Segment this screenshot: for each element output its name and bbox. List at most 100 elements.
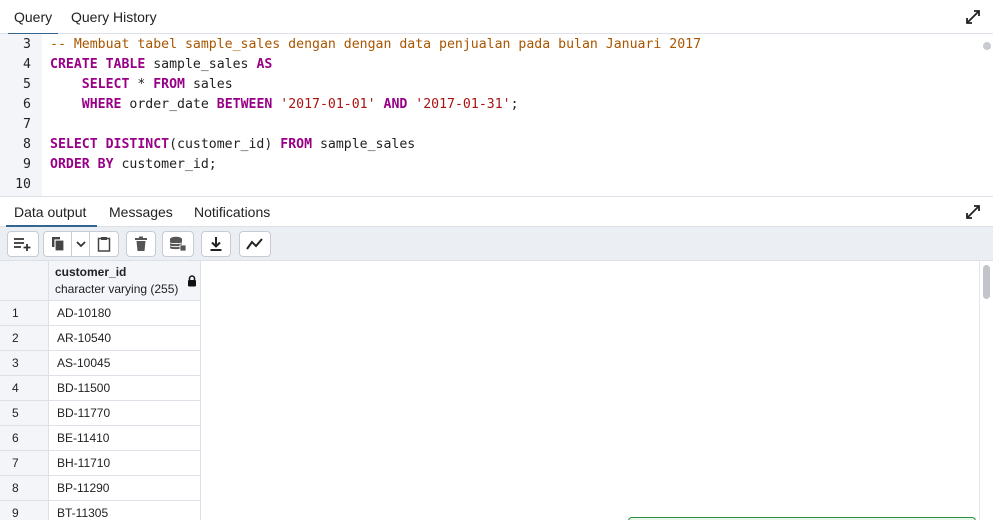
table-row[interactable]: 8 BP-11290 xyxy=(0,476,201,501)
sql-keyword: WHERE xyxy=(81,97,122,112)
save-data-icon xyxy=(169,236,187,252)
line-number: 5 xyxy=(23,77,31,92)
grid-scrollbar[interactable] xyxy=(979,261,993,520)
line-number: 3 xyxy=(23,37,31,52)
graph-icon xyxy=(246,238,263,250)
sql-keyword: AND xyxy=(383,97,408,112)
sql-token: ; xyxy=(510,97,519,112)
sql-token: (customer_id) xyxy=(169,137,281,152)
sql-string: '2017-01-01' xyxy=(280,97,376,112)
table-cell[interactable]: BD-11770 xyxy=(49,401,201,426)
column-name: customer_id xyxy=(55,265,127,279)
sql-keyword: ORDER BY xyxy=(50,157,114,172)
copy-button-group xyxy=(43,231,119,257)
tab-query[interactable]: Query xyxy=(7,0,59,35)
sql-keyword: AS xyxy=(256,57,273,72)
tab-notifications[interactable]: Notifications xyxy=(194,197,270,227)
query-tabbar: Query Query History xyxy=(0,0,993,35)
paste-icon xyxy=(97,237,111,252)
line-number: 6 xyxy=(23,97,31,112)
tab-data-output[interactable]: Data output xyxy=(5,197,98,228)
line-number: 8 xyxy=(23,137,31,152)
sql-keyword: SELECT xyxy=(81,77,130,92)
graph-visualiser-button[interactable] xyxy=(239,231,271,257)
table-cell[interactable]: AS-10045 xyxy=(49,351,201,376)
expand-icon[interactable] xyxy=(965,9,981,25)
table-cell[interactable]: AR-10540 xyxy=(49,326,201,351)
tab-query-history[interactable]: Query History xyxy=(71,0,157,34)
sql-editor[interactable]: 3 -- Membuat tabel sample_sales dengan de… xyxy=(0,34,993,196)
sql-keyword: CREATE TABLE xyxy=(50,57,146,72)
table-cell[interactable]: BD-11500 xyxy=(49,376,201,401)
row-number[interactable]: 8 xyxy=(0,476,49,501)
data-toolbar xyxy=(0,227,993,261)
sql-keyword: SELECT DISTINCT xyxy=(50,137,170,152)
table-row[interactable]: 3 AS-10045 xyxy=(0,351,201,376)
sql-token: sample_sales xyxy=(145,57,257,72)
table-cell[interactable]: BT-11305 xyxy=(49,501,201,520)
code-text: SELECT DISTINCT(customer_id) FROM sample… xyxy=(50,135,415,155)
lock-icon xyxy=(188,275,196,287)
add-row-icon xyxy=(14,238,31,251)
table-cell[interactable]: AD-10180 xyxy=(49,301,201,326)
sql-token: order_date xyxy=(121,97,217,112)
save-data-button[interactable] xyxy=(162,231,194,257)
table-cell[interactable]: BH-11710 xyxy=(49,451,201,476)
add-row-button[interactable] xyxy=(7,231,39,257)
table-cell[interactable]: BP-11290 xyxy=(49,476,201,501)
code-text: CREATE TABLE sample_sales AS xyxy=(50,55,272,75)
delete-icon xyxy=(135,236,147,251)
table-row[interactable]: 9 BT-11305 xyxy=(0,501,201,520)
row-number-header xyxy=(0,261,49,301)
download-icon xyxy=(210,237,222,251)
row-number[interactable]: 3 xyxy=(0,351,49,376)
row-number[interactable]: 1 xyxy=(0,301,49,326)
result-grid: customer_id character varying (255) 1 AD-… xyxy=(0,261,993,520)
table-row[interactable]: 6 BE-11410 xyxy=(0,426,201,451)
table-row[interactable]: 5 BD-11770 xyxy=(0,401,201,426)
table-row[interactable]: 1 AD-10180 xyxy=(0,301,201,326)
column-type: character varying (255) xyxy=(55,282,179,296)
row-number[interactable]: 4 xyxy=(0,376,49,401)
row-number[interactable]: 2 xyxy=(0,326,49,351)
line-number: 7 xyxy=(23,117,31,132)
code-text: -- Membuat tabel sample_sales dengan den… xyxy=(50,35,701,55)
paste-button[interactable] xyxy=(90,232,118,256)
expand-output-icon[interactable] xyxy=(965,204,981,220)
sql-string: '2017-01-31' xyxy=(415,97,511,112)
sql-token: * xyxy=(129,77,154,92)
table-row[interactable]: 2 AR-10540 xyxy=(0,326,201,351)
table-row[interactable]: 4 BD-11500 xyxy=(0,376,201,401)
row-number[interactable]: 7 xyxy=(0,451,49,476)
sql-token: sales xyxy=(185,77,233,92)
table-cell[interactable]: BE-11410 xyxy=(49,426,201,451)
delete-button[interactable] xyxy=(126,231,156,257)
code-text: ORDER BY customer_id; xyxy=(50,155,217,175)
sql-comment: -- Membuat tabel sample_sales dengan den… xyxy=(50,37,702,52)
code-text: SELECT * FROM sales xyxy=(50,75,233,95)
row-number[interactable]: 5 xyxy=(0,401,49,426)
table-row[interactable]: 7 BH-11710 xyxy=(0,451,201,476)
line-number: 4 xyxy=(23,57,31,72)
sql-keyword: FROM xyxy=(280,137,313,152)
sql-keyword: FROM xyxy=(153,77,185,92)
output-tabbar: Data output Messages Notifications xyxy=(0,196,993,228)
row-number[interactable]: 9 xyxy=(0,501,49,520)
sql-keyword: BETWEEN xyxy=(216,97,273,112)
sql-token: sample_sales xyxy=(312,137,416,152)
download-button[interactable] xyxy=(201,231,231,257)
sql-token: customer_id; xyxy=(113,157,217,172)
copy-button[interactable] xyxy=(44,232,72,256)
line-number: 10 xyxy=(15,177,31,192)
line-number: 9 xyxy=(23,157,31,172)
code-text: WHERE order_date BETWEEN '2017-01-01' AN… xyxy=(50,95,519,115)
column-header-customer-id[interactable]: customer_id character varying (255) xyxy=(49,261,201,301)
editor-scrollbar[interactable] xyxy=(981,34,993,196)
copy-icon xyxy=(51,237,65,252)
tab-messages[interactable]: Messages xyxy=(109,197,173,227)
copy-options-dropdown[interactable] xyxy=(72,232,90,256)
row-number[interactable]: 6 xyxy=(0,426,49,451)
